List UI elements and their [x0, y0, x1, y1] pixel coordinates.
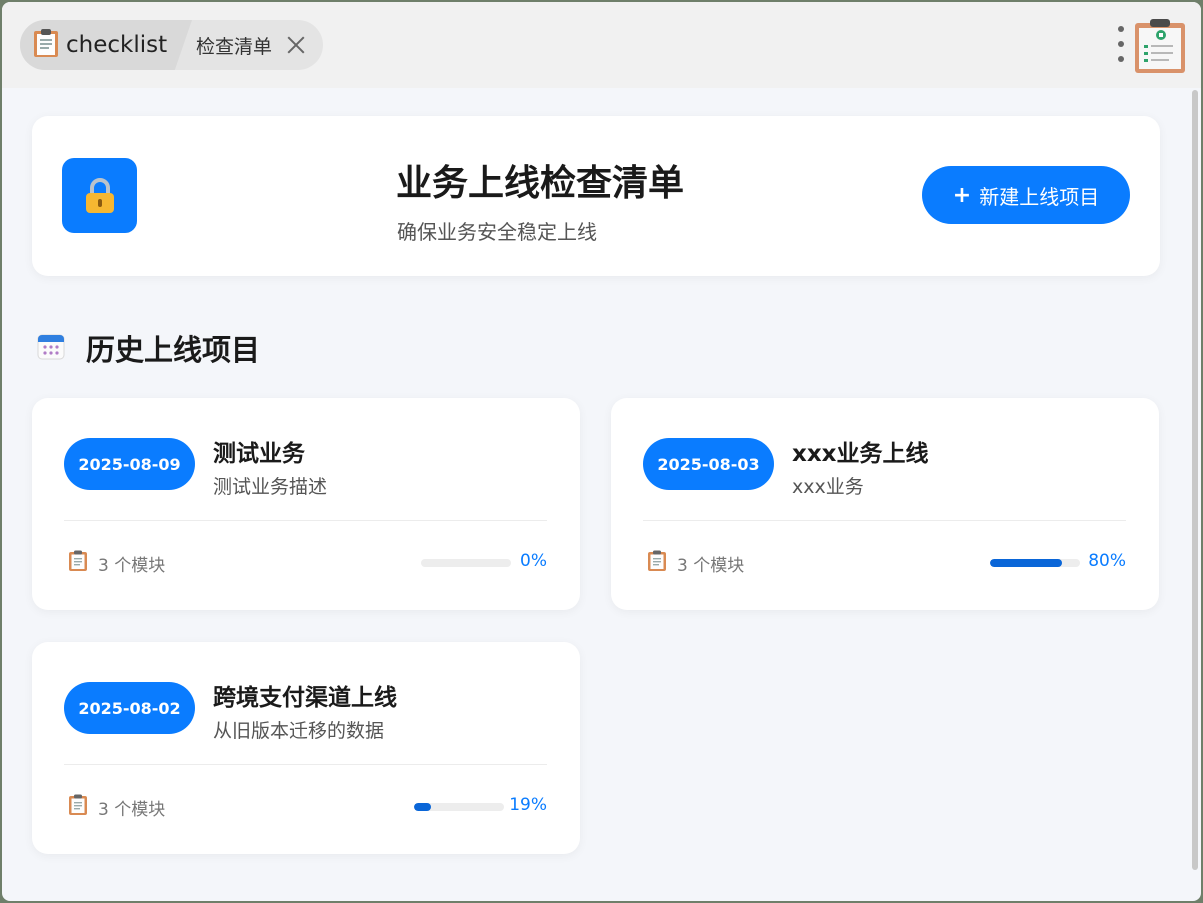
progress-fill [990, 559, 1062, 567]
project-title: 跨境支付渠道上线 [213, 685, 397, 711]
card-divider [643, 520, 1126, 521]
progress-bar [421, 559, 511, 567]
tab-group: checklist 检查清单 [20, 20, 323, 70]
clipboard-logo [1132, 18, 1188, 74]
progress-fill [414, 803, 432, 811]
card-divider [64, 520, 547, 521]
lock-icon [62, 158, 137, 233]
tab-label: 检查清单 [196, 35, 273, 58]
app-tab[interactable]: checklist [20, 20, 192, 70]
date-badge: 2025-08-02 [64, 682, 195, 734]
module-count: 3 个模块 [677, 555, 745, 576]
module-count: 3 个模块 [98, 799, 166, 820]
app-name: checklist [66, 32, 168, 58]
date-badge: 2025-08-09 [64, 438, 195, 490]
section-header: 历史上线项目 [36, 328, 260, 368]
progress-bar [414, 803, 504, 811]
project-description: xxx业务 [792, 476, 864, 498]
project-card[interactable]: 2025-08-02 跨境支付渠道上线 从旧版本迁移的数据 3 个模块 19% [32, 642, 580, 854]
project-description: 从旧版本迁移的数据 [213, 720, 385, 742]
project-card[interactable]: 2025-08-09 测试业务 测试业务描述 3 个模块 0% [32, 398, 580, 610]
scrollbar[interactable] [1192, 90, 1198, 870]
card-footer: 3 个模块 [68, 550, 165, 576]
progress-percent: 19% [509, 795, 547, 815]
tab-checklist[interactable]: 检查清单 [194, 20, 323, 70]
new-project-label: 新建上线项目 [979, 184, 1100, 209]
new-project-button[interactable]: + 新建上线项目 [922, 166, 1130, 224]
project-title: 测试业务 [213, 441, 305, 467]
project-card[interactable]: 2025-08-03 xxx业务上线 xxx业务 3 个模块 80% [611, 398, 1159, 610]
date-badge: 2025-08-03 [643, 438, 774, 490]
card-footer: 3 个模块 [647, 550, 744, 576]
close-icon[interactable] [286, 35, 306, 55]
project-title: xxx业务上线 [792, 441, 929, 467]
clipboard-icon [68, 550, 88, 576]
page-title: 业务上线检查清单 [396, 163, 685, 204]
plus-icon: + [952, 182, 972, 208]
app-window: checklist 检查清单 业务上线检查清单 确保业务安全稳定上线 + 新建上… [2, 2, 1201, 901]
clipboard-icon [32, 28, 60, 62]
titlebar: checklist 检查清单 [2, 2, 1201, 88]
clipboard-icon [68, 794, 88, 820]
card-footer: 3 个模块 [68, 794, 165, 820]
clipboard-icon [647, 550, 667, 576]
header-card: 业务上线检查清单 确保业务安全稳定上线 + 新建上线项目 [32, 116, 1160, 276]
section-title: 历史上线项目 [86, 333, 261, 367]
page-subtitle: 确保业务安全稳定上线 [397, 220, 597, 244]
progress-percent: 0% [520, 551, 547, 571]
progress-percent: 80% [1088, 551, 1126, 571]
card-divider [64, 764, 547, 765]
more-vertical-icon[interactable] [1114, 26, 1128, 62]
calendar-icon [36, 331, 66, 365]
module-count: 3 个模块 [98, 555, 166, 576]
progress-bar [990, 559, 1080, 567]
project-description: 测试业务描述 [213, 476, 328, 498]
